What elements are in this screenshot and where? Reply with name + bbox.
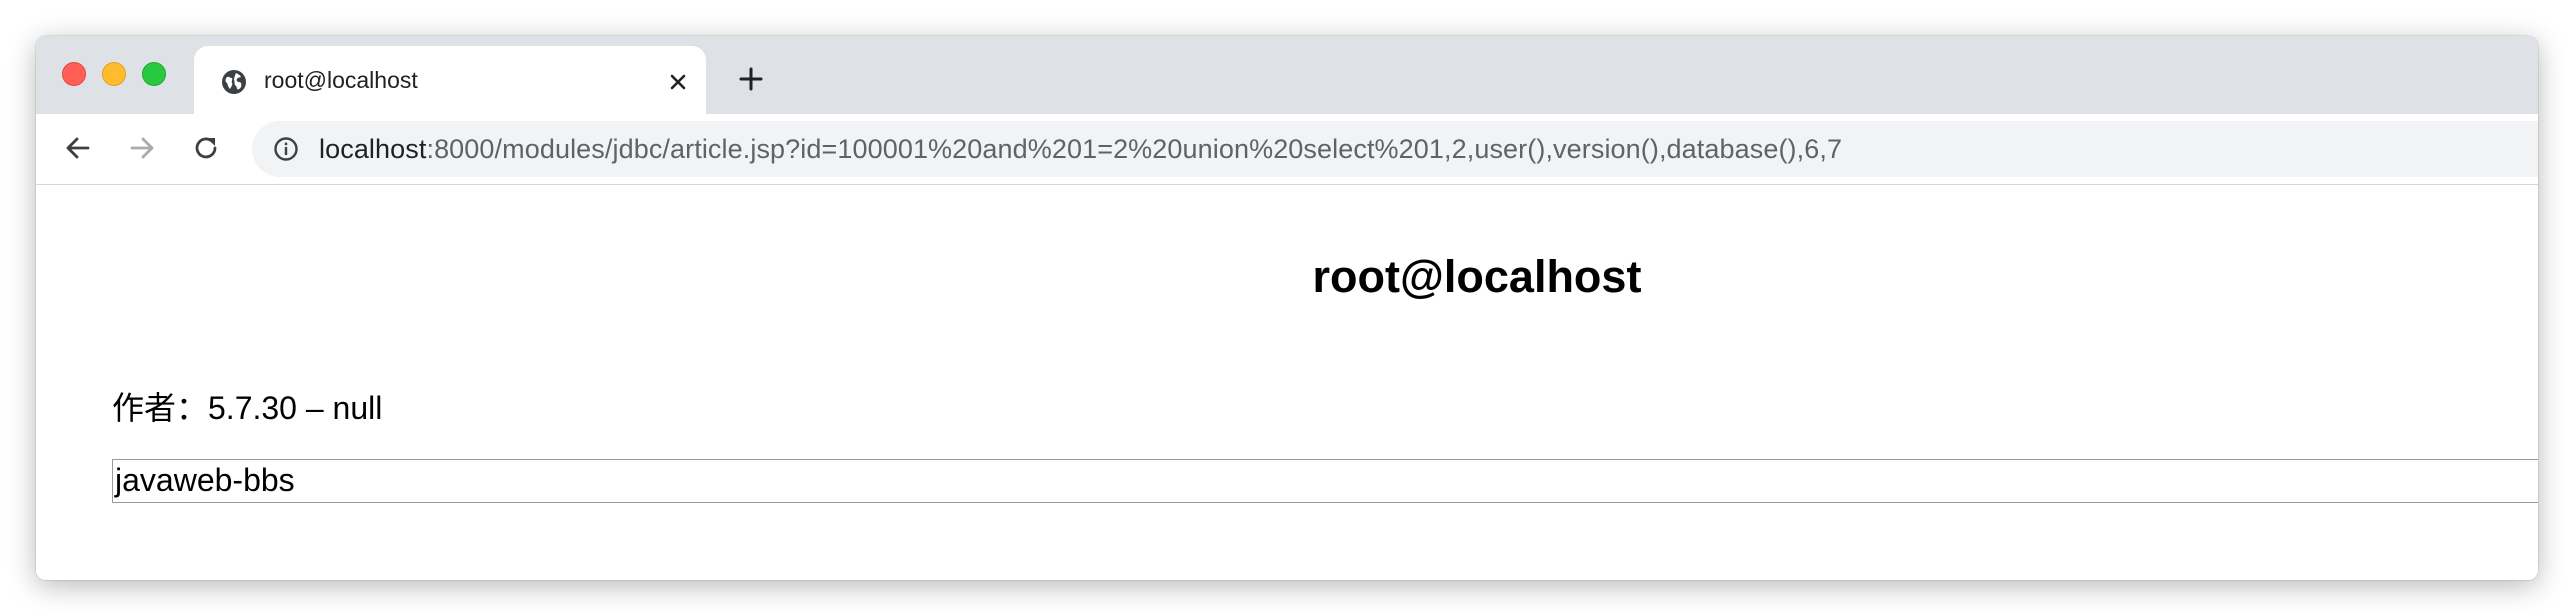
address-bar[interactable]: localhost:8000/modules/jdbc/article.jsp?… — [252, 121, 2538, 177]
browser-toolbar: localhost:8000/modules/jdbc/article.jsp?… — [36, 114, 2538, 185]
tab-title: root@localhost — [264, 67, 418, 93]
tab-active[interactable]: root@localhost — [194, 46, 706, 114]
window-maximize-button[interactable] — [142, 62, 166, 86]
tab-strip: root@localhost — [36, 36, 2538, 114]
url-path: :8000/modules/jdbc/article.jsp?id=100001… — [426, 134, 1843, 164]
page-content: root@localhost 作者：5.7.30 – null javaweb-… — [36, 185, 2538, 580]
arrow-left-icon[interactable] — [60, 130, 96, 166]
close-icon[interactable] — [664, 68, 692, 96]
page-title: root@localhost — [1312, 251, 1642, 302]
info-icon[interactable] — [272, 135, 300, 163]
plus-icon[interactable] — [734, 62, 768, 96]
screen: root@localhost localhost:8000/modules/jd… — [0, 0, 2574, 616]
reload-icon[interactable] — [188, 130, 224, 166]
author-line: 作者：5.7.30 – null — [112, 390, 383, 426]
url-host: localhost — [319, 134, 427, 164]
url-text[interactable]: localhost:8000/modules/jdbc/article.jsp?… — [319, 134, 1842, 165]
browser-window: root@localhost localhost:8000/modules/jd… — [36, 36, 2538, 580]
globe-icon — [222, 70, 246, 94]
article-content-box: javaweb-bbs — [112, 459, 2538, 503]
arrow-right-icon[interactable] — [124, 130, 160, 166]
window-close-button[interactable] — [62, 62, 86, 86]
window-minimize-button[interactable] — [102, 62, 126, 86]
